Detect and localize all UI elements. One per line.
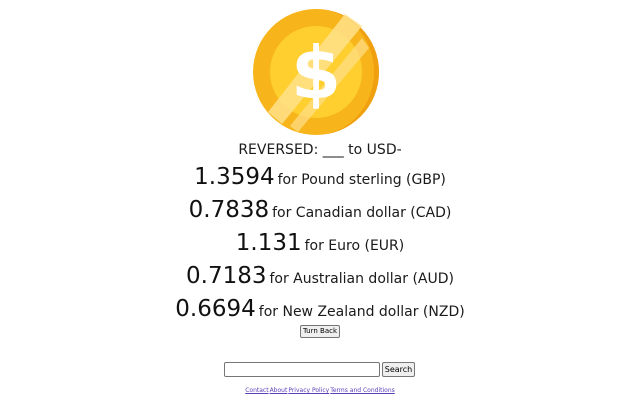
rate-row-cad: 0.7838 for Canadian dollar (CAD): [0, 195, 640, 228]
rate-row-nzd: 0.6694 for New Zealand dollar (NZD): [0, 294, 640, 327]
rate-label: for New Zealand dollar (NZD): [258, 304, 465, 320]
footer-links: ContactAboutPrivacy PolicyTerms and Cond…: [0, 387, 640, 395]
dollar-coin-icon: $: [250, 6, 382, 138]
rate-value: 1.3594: [194, 164, 275, 190]
search-input[interactable]: [224, 362, 380, 377]
heading: REVERSED: ___ to USD-: [238, 142, 402, 158]
dollar-sign: $: [291, 31, 341, 115]
turn-back-button[interactable]: Turn Back: [300, 325, 340, 338]
page: $ REVERSED: ___ to USD- 1.3594 for Pound…: [0, 0, 640, 400]
rate-label: for Euro (EUR): [304, 238, 405, 254]
privacy-policy-link[interactable]: Privacy Policy: [288, 387, 329, 394]
rate-label: for Australian dollar (AUD): [269, 271, 454, 287]
rate-label: for Pound sterling (GBP): [277, 172, 446, 188]
rate-value: 0.7838: [188, 197, 270, 223]
rate-row-gbp: 1.3594 for Pound sterling (GBP): [0, 162, 640, 195]
rate-label: for Canadian dollar (CAD): [272, 205, 452, 221]
search-button[interactable]: Search: [382, 362, 415, 377]
terms-link[interactable]: Terms and Conditions: [330, 387, 395, 394]
rate-value: 0.6694: [175, 296, 256, 322]
rate-value: 0.7183: [186, 263, 267, 289]
rates-list: 1.3594 for Pound sterling (GBP) 0.7838 f…: [0, 162, 640, 327]
contact-link[interactable]: Contact: [245, 387, 268, 394]
rate-row-eur: 1.131 for Euro (EUR): [0, 228, 640, 261]
about-link[interactable]: About: [270, 387, 288, 394]
rate-value: 1.131: [235, 230, 302, 256]
rate-row-aud: 0.7183 for Australian dollar (AUD): [0, 261, 640, 294]
